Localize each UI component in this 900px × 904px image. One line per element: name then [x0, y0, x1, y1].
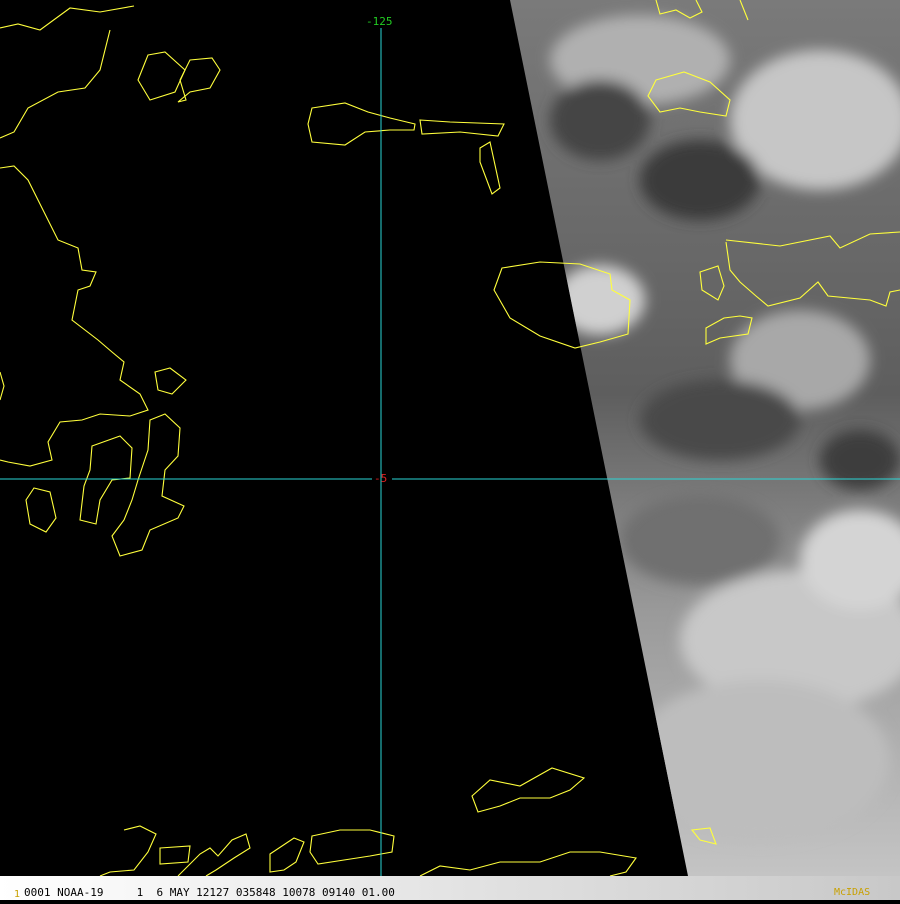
- longitude-label: -125: [366, 15, 393, 28]
- latitude-label: -5: [374, 472, 387, 485]
- frame-index: 1: [14, 889, 21, 900]
- satellite-image-viewport[interactable]: -125 -5 1 0001 NOAA-19 1 6 MAY 12127 035…: [0, 0, 900, 900]
- status-bar: 1 0001 NOAA-19 1 6 MAY 12127 035848 1007…: [0, 876, 900, 900]
- frame-info: 0001 NOAA-19 1 6 MAY 12127 035848 10078 …: [24, 886, 395, 899]
- software-label: McIDAS: [834, 887, 871, 898]
- map-canvas: -125 -5: [0, 0, 900, 877]
